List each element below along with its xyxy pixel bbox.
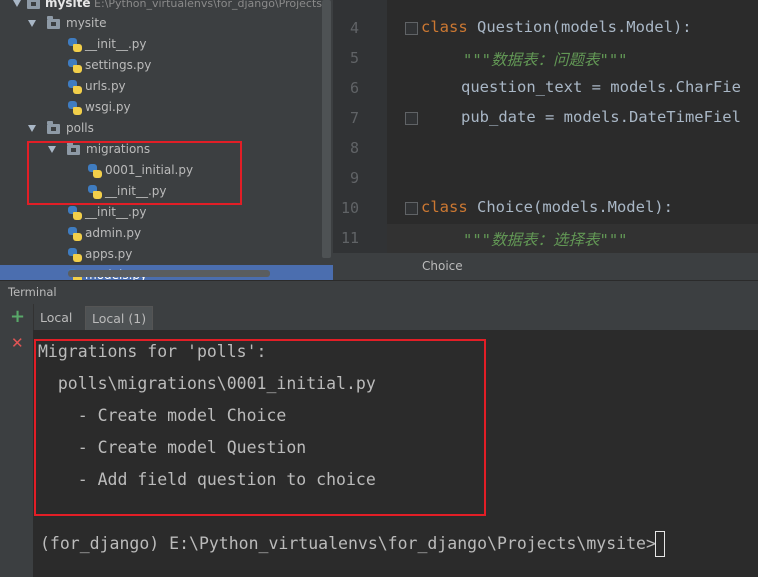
expand-arrow-icon[interactable]: [13, 0, 21, 7]
editor-breadcrumb-bar: [333, 253, 758, 280]
tree-item-file[interactable]: admin.py: [0, 223, 333, 244]
fold-marker-icon[interactable]: [405, 112, 418, 125]
tree-item-file[interactable]: urls.py: [0, 76, 333, 97]
terminal-cursor: [655, 531, 665, 557]
fold-marker-icon[interactable]: [405, 202, 418, 215]
terminal-title: Terminal: [8, 285, 57, 299]
tree-item-file[interactable]: __init__.py: [0, 202, 333, 223]
tree-item-mysite-root[interactable]: mysite E:\Python_virtualenvs\for_django\…: [0, 0, 333, 14]
terminal-prompt: (for_django) E:\Python_virtualenvs\for_d…: [40, 534, 656, 553]
terminal-header: [0, 280, 758, 305]
close-terminal-icon[interactable]: ✕: [11, 334, 24, 352]
folder-icon: [47, 121, 60, 134]
line-number: 7: [349, 109, 359, 127]
tree-item-mysite[interactable]: mysite: [0, 13, 333, 34]
line-number: 6: [349, 79, 359, 97]
tree-scrollbar[interactable]: [322, 0, 331, 258]
line-number: 9: [349, 169, 359, 187]
code-line: class Choice(models.Model):: [421, 198, 673, 216]
fold-marker-icon[interactable]: [405, 22, 418, 35]
folder-icon: [27, 0, 40, 9]
code-line: class Question(models.Model):: [421, 18, 692, 36]
code-line: question_text = models.CharFie: [461, 78, 741, 96]
breadcrumb-choice[interactable]: Choice: [422, 259, 463, 273]
add-terminal-icon[interactable]: +: [10, 307, 25, 327]
tree-item-file[interactable]: __init__.py: [0, 34, 333, 55]
line-number: 8: [349, 139, 359, 157]
tree-item-polls[interactable]: polls: [0, 118, 333, 139]
python-file-icon: [68, 80, 82, 94]
python-file-icon: [68, 59, 82, 73]
expand-arrow-icon[interactable]: [28, 20, 36, 27]
line-number: 10: [340, 199, 359, 217]
line-number: 11: [340, 229, 359, 247]
tab-local-1[interactable]: Local (1): [85, 306, 154, 331]
line-number: 4: [349, 19, 359, 37]
python-file-icon: [68, 38, 82, 52]
tree-item-file[interactable]: settings.py: [0, 55, 333, 76]
python-file-icon: [68, 227, 82, 241]
python-file-icon: [68, 206, 82, 220]
highlight-box-output: [34, 339, 486, 516]
code-line: pub_date = models.DateTimeFiel: [461, 108, 741, 126]
expand-arrow-icon[interactable]: [28, 125, 36, 132]
project-tree: mysite E:\Python_virtualenvs\for_django\…: [0, 0, 333, 280]
tree-item-file[interactable]: apps.py: [0, 244, 333, 265]
highlight-box-migrations: [27, 141, 242, 205]
folder-icon: [47, 16, 60, 29]
code-line-docstring: """数据表：选择表""": [463, 231, 628, 249]
tree-item-file[interactable]: wsgi.py: [0, 97, 333, 118]
python-file-icon: [68, 101, 82, 115]
python-file-icon: [68, 248, 82, 262]
code-line-docstring: """数据表：问题表""": [463, 51, 628, 69]
line-number: 5: [349, 49, 359, 67]
tab-local[interactable]: Local: [34, 306, 79, 329]
tree-horizontal-scrollbar[interactable]: [68, 270, 270, 277]
